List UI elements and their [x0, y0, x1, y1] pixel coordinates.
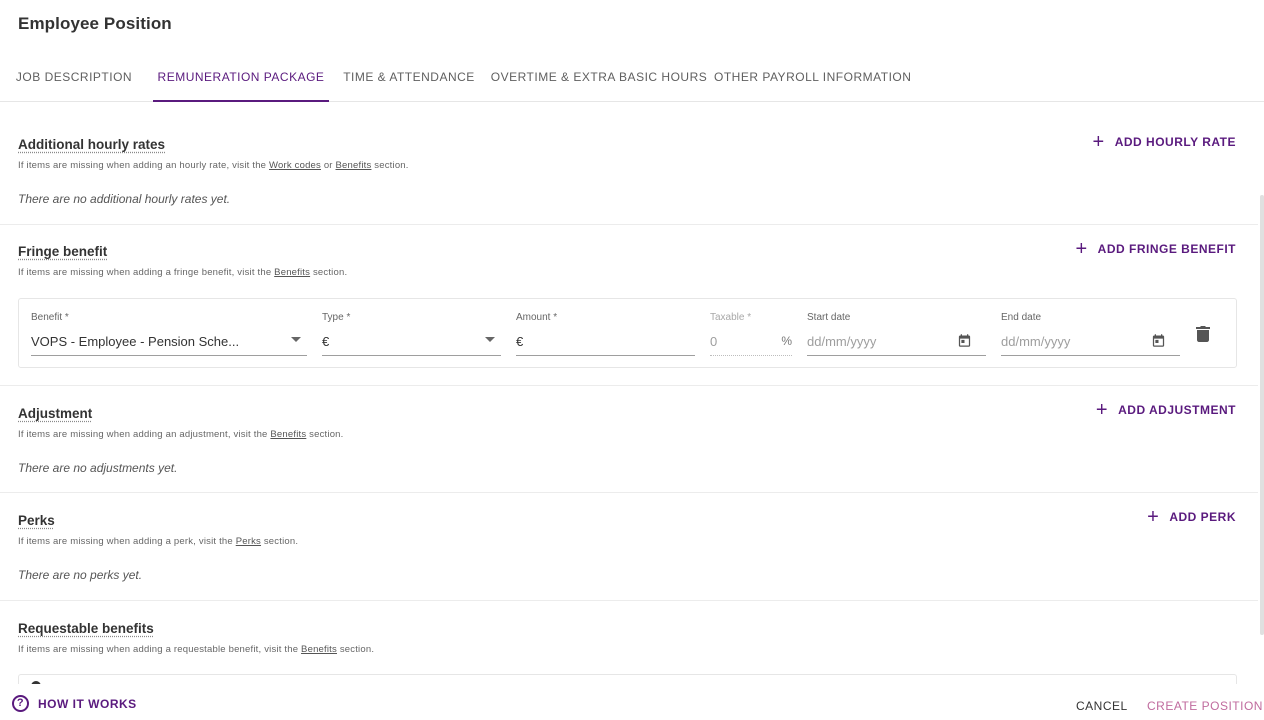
section-hint: If items are missing when adding a perk,… [18, 536, 298, 547]
hint-text: section. [310, 267, 348, 278]
tab-time-attendance[interactable]: TIME & ATTENDANCE [338, 56, 480, 102]
benefits-link[interactable]: Benefits [274, 267, 310, 278]
plus-icon: + [1147, 506, 1160, 528]
field-underline [516, 355, 695, 356]
caret-down-icon [485, 337, 495, 342]
hint-text: If items are missing when adding a reque… [18, 644, 302, 655]
hint-text: section. [261, 536, 299, 547]
hint-text: If items are missing when adding a perk,… [18, 536, 236, 547]
hint-text: section. [336, 644, 375, 655]
scrollbar[interactable] [1260, 195, 1264, 635]
empty-state: There are no additional hourly rates yet… [18, 192, 231, 206]
perks-link[interactable]: Perks [236, 536, 261, 547]
benefits-link[interactable]: Benefits [336, 160, 372, 171]
field-underline [31, 355, 307, 356]
trash-icon[interactable] [1196, 326, 1210, 342]
calendar-icon[interactable] [1151, 333, 1166, 348]
section-hint: If items are missing when adding an hour… [18, 160, 409, 171]
section-title: Adjustment [18, 406, 93, 421]
how-it-works-button[interactable]: ? HOW IT WORKS [12, 695, 137, 712]
field-underline [1001, 355, 1180, 356]
button-label: ADD PERK [1169, 510, 1236, 524]
field-value: VOPS - Employee - Pension Sche... [31, 334, 240, 349]
tab-other-payroll[interactable]: OTHER PAYROLL INFORMATION [714, 56, 911, 102]
section-title: Perks [18, 513, 55, 528]
add-hourly-rate-button[interactable]: + ADD HOURLY RATE [1093, 132, 1236, 152]
button-label: ADD HOURLY RATE [1114, 135, 1236, 149]
section-requestable-benefits: Requestable benefits If items are missin… [0, 601, 1258, 684]
create-position-button[interactable]: CREATE POSITION [1147, 699, 1263, 713]
add-perk-button[interactable]: + ADD PERK [1147, 507, 1236, 527]
field-placeholder: dd/mm/yyyy [1001, 334, 1071, 349]
section-hourly-rates: Additional hourly rates If items are mis… [0, 118, 1258, 225]
section-perks: Perks If items are missing when adding a… [0, 493, 1258, 601]
tab-job-description[interactable]: JOB DESCRIPTION [8, 56, 140, 102]
add-adjustment-button[interactable]: + ADD ADJUSTMENT [1096, 400, 1236, 420]
button-label: HOW IT WORKS [38, 696, 137, 711]
field-value: € [516, 334, 524, 349]
field-label: End date [1001, 312, 1042, 323]
field-label: Type * [322, 312, 351, 323]
benefits-link[interactable]: Benefits [270, 429, 306, 440]
fringe-benefit-row: Benefit * VOPS - Employee - Pension Sche… [18, 298, 1237, 368]
hint-text: or [320, 160, 336, 171]
amount-input[interactable]: Amount * € [516, 299, 695, 369]
section-title: Requestable benefits [18, 621, 154, 636]
section-hint: If items are missing when adding a fring… [18, 267, 347, 278]
field-label: Taxable * [710, 312, 752, 323]
benefits-link[interactable]: Benefits [301, 644, 337, 655]
calendar-icon[interactable] [957, 333, 972, 348]
hint-text: If items are missing when adding an adju… [18, 429, 271, 440]
field-value: 0 [710, 334, 718, 349]
footer-bar: ? HOW IT WORKS CANCEL CREATE POSITION [0, 684, 1264, 720]
help-circle-icon: ? [12, 695, 29, 712]
hint-text: section. [371, 160, 409, 171]
section-title: Additional hourly rates [18, 137, 166, 152]
field-underline [322, 355, 501, 356]
section-hint: If items are missing when adding an adju… [18, 429, 344, 440]
empty-state: There are no adjustments yet. [18, 461, 178, 475]
caret-down-icon [291, 337, 301, 342]
percent-unit: % [781, 334, 792, 348]
start-date-input[interactable]: Start date dd/mm/yyyy [807, 299, 986, 369]
tab-remuneration-package[interactable]: REMUNERATION PACKAGE [153, 56, 329, 102]
add-fringe-benefit-button[interactable]: + ADD FRINGE BENEFIT [1075, 239, 1236, 259]
tab-overtime[interactable]: OVERTIME & EXTRA BASIC HOURS [490, 56, 708, 102]
field-underline [710, 355, 792, 356]
field-label: Start date [807, 312, 851, 323]
plus-icon: + [1092, 131, 1105, 153]
type-select[interactable]: Type * € [322, 299, 501, 369]
hint-text: If items are missing when adding an hour… [18, 160, 269, 171]
benefit-select[interactable]: Benefit * VOPS - Employee - Pension Sche… [31, 299, 307, 369]
plus-icon: + [1075, 238, 1088, 260]
taxable-input[interactable]: Taxable * 0 % [710, 299, 792, 369]
hint-text: section. [306, 429, 344, 440]
field-placeholder: dd/mm/yyyy [807, 334, 877, 349]
cancel-button[interactable]: CANCEL [1076, 699, 1128, 713]
button-label: ADD FRINGE BENEFIT [1097, 242, 1236, 256]
field-underline [807, 355, 986, 356]
end-date-input[interactable]: End date dd/mm/yyyy [1001, 299, 1180, 369]
field-label: Amount * [516, 312, 558, 323]
work-codes-link[interactable]: Work codes [269, 160, 321, 171]
field-value: € [322, 334, 330, 349]
plus-icon: + [1095, 399, 1109, 421]
button-label: ADD ADJUSTMENT [1118, 403, 1236, 417]
section-title: Fringe benefit [18, 244, 108, 259]
page-title: Employee Position [18, 14, 172, 33]
section-hint: If items are missing when adding a reque… [18, 644, 374, 655]
hint-text: If items are missing when adding a fring… [18, 267, 275, 278]
section-adjustment: Adjustment If items are missing when add… [0, 386, 1258, 493]
tab-bar: JOB DESCRIPTION REMUNERATION PACKAGE TIM… [0, 56, 1264, 102]
field-label: Benefit * [31, 312, 69, 323]
empty-state: There are no perks yet. [18, 568, 143, 582]
